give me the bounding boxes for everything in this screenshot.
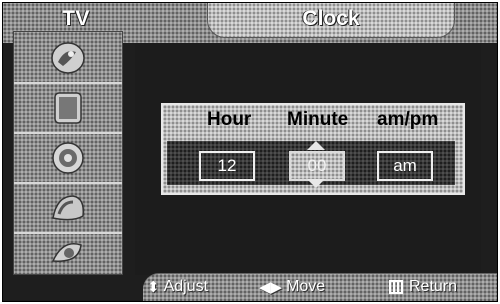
hour-field[interactable]: 12 bbox=[199, 151, 255, 181]
screen-title: Clock bbox=[302, 7, 360, 30]
left-right-icon: ◀▶ bbox=[259, 279, 283, 296]
clock-fields-row: 12 00 am bbox=[167, 141, 455, 188]
sidebar-item-setup[interactable] bbox=[24, 186, 112, 230]
increase-arrow-icon[interactable] bbox=[307, 141, 325, 150]
title-tab: Clock bbox=[207, 3, 455, 38]
sidebar-item-sound[interactable] bbox=[24, 86, 112, 130]
sidebar bbox=[13, 31, 123, 275]
sidebar-divider bbox=[14, 182, 122, 184]
sidebar-divider bbox=[14, 132, 122, 134]
ampm-label: am/pm bbox=[377, 109, 439, 130]
sidebar-divider bbox=[14, 82, 122, 84]
clock-panel: Hour Minute am/pm 12 00 am bbox=[161, 103, 465, 195]
sidebar-item-input[interactable] bbox=[24, 234, 112, 272]
help-move-label: Move bbox=[286, 278, 326, 295]
sound-icon bbox=[54, 92, 82, 124]
up-down-icon: ⬍ bbox=[147, 279, 160, 296]
menu-title: TV bbox=[62, 7, 90, 30]
decrease-arrow-icon[interactable] bbox=[307, 179, 325, 188]
help-return: Return bbox=[389, 278, 457, 296]
help-bar: ⬍ Adjust ◀▶ Move Return bbox=[143, 273, 497, 301]
ampm-field[interactable]: am bbox=[377, 151, 433, 181]
minute-label: Minute bbox=[287, 109, 349, 130]
channel-icon bbox=[52, 142, 84, 174]
help-adjust: ⬍ Adjust bbox=[147, 278, 208, 296]
input-icon bbox=[51, 243, 82, 262]
picture-icon bbox=[51, 42, 85, 74]
minute-field[interactable]: 00 bbox=[289, 151, 345, 181]
sidebar-item-channel[interactable] bbox=[24, 136, 112, 180]
help-adjust-label: Adjust bbox=[163, 278, 209, 295]
help-move: ◀▶ Move bbox=[259, 278, 325, 296]
help-return-label: Return bbox=[409, 278, 458, 295]
osd-screen: TV Clock Hour Minute am/pm 12 00 am ⬍ Ad… bbox=[2, 2, 498, 302]
hour-label: Hour bbox=[207, 109, 252, 130]
setup-icon bbox=[52, 195, 85, 221]
sidebar-item-picture[interactable] bbox=[24, 36, 112, 80]
return-icon bbox=[389, 280, 403, 294]
